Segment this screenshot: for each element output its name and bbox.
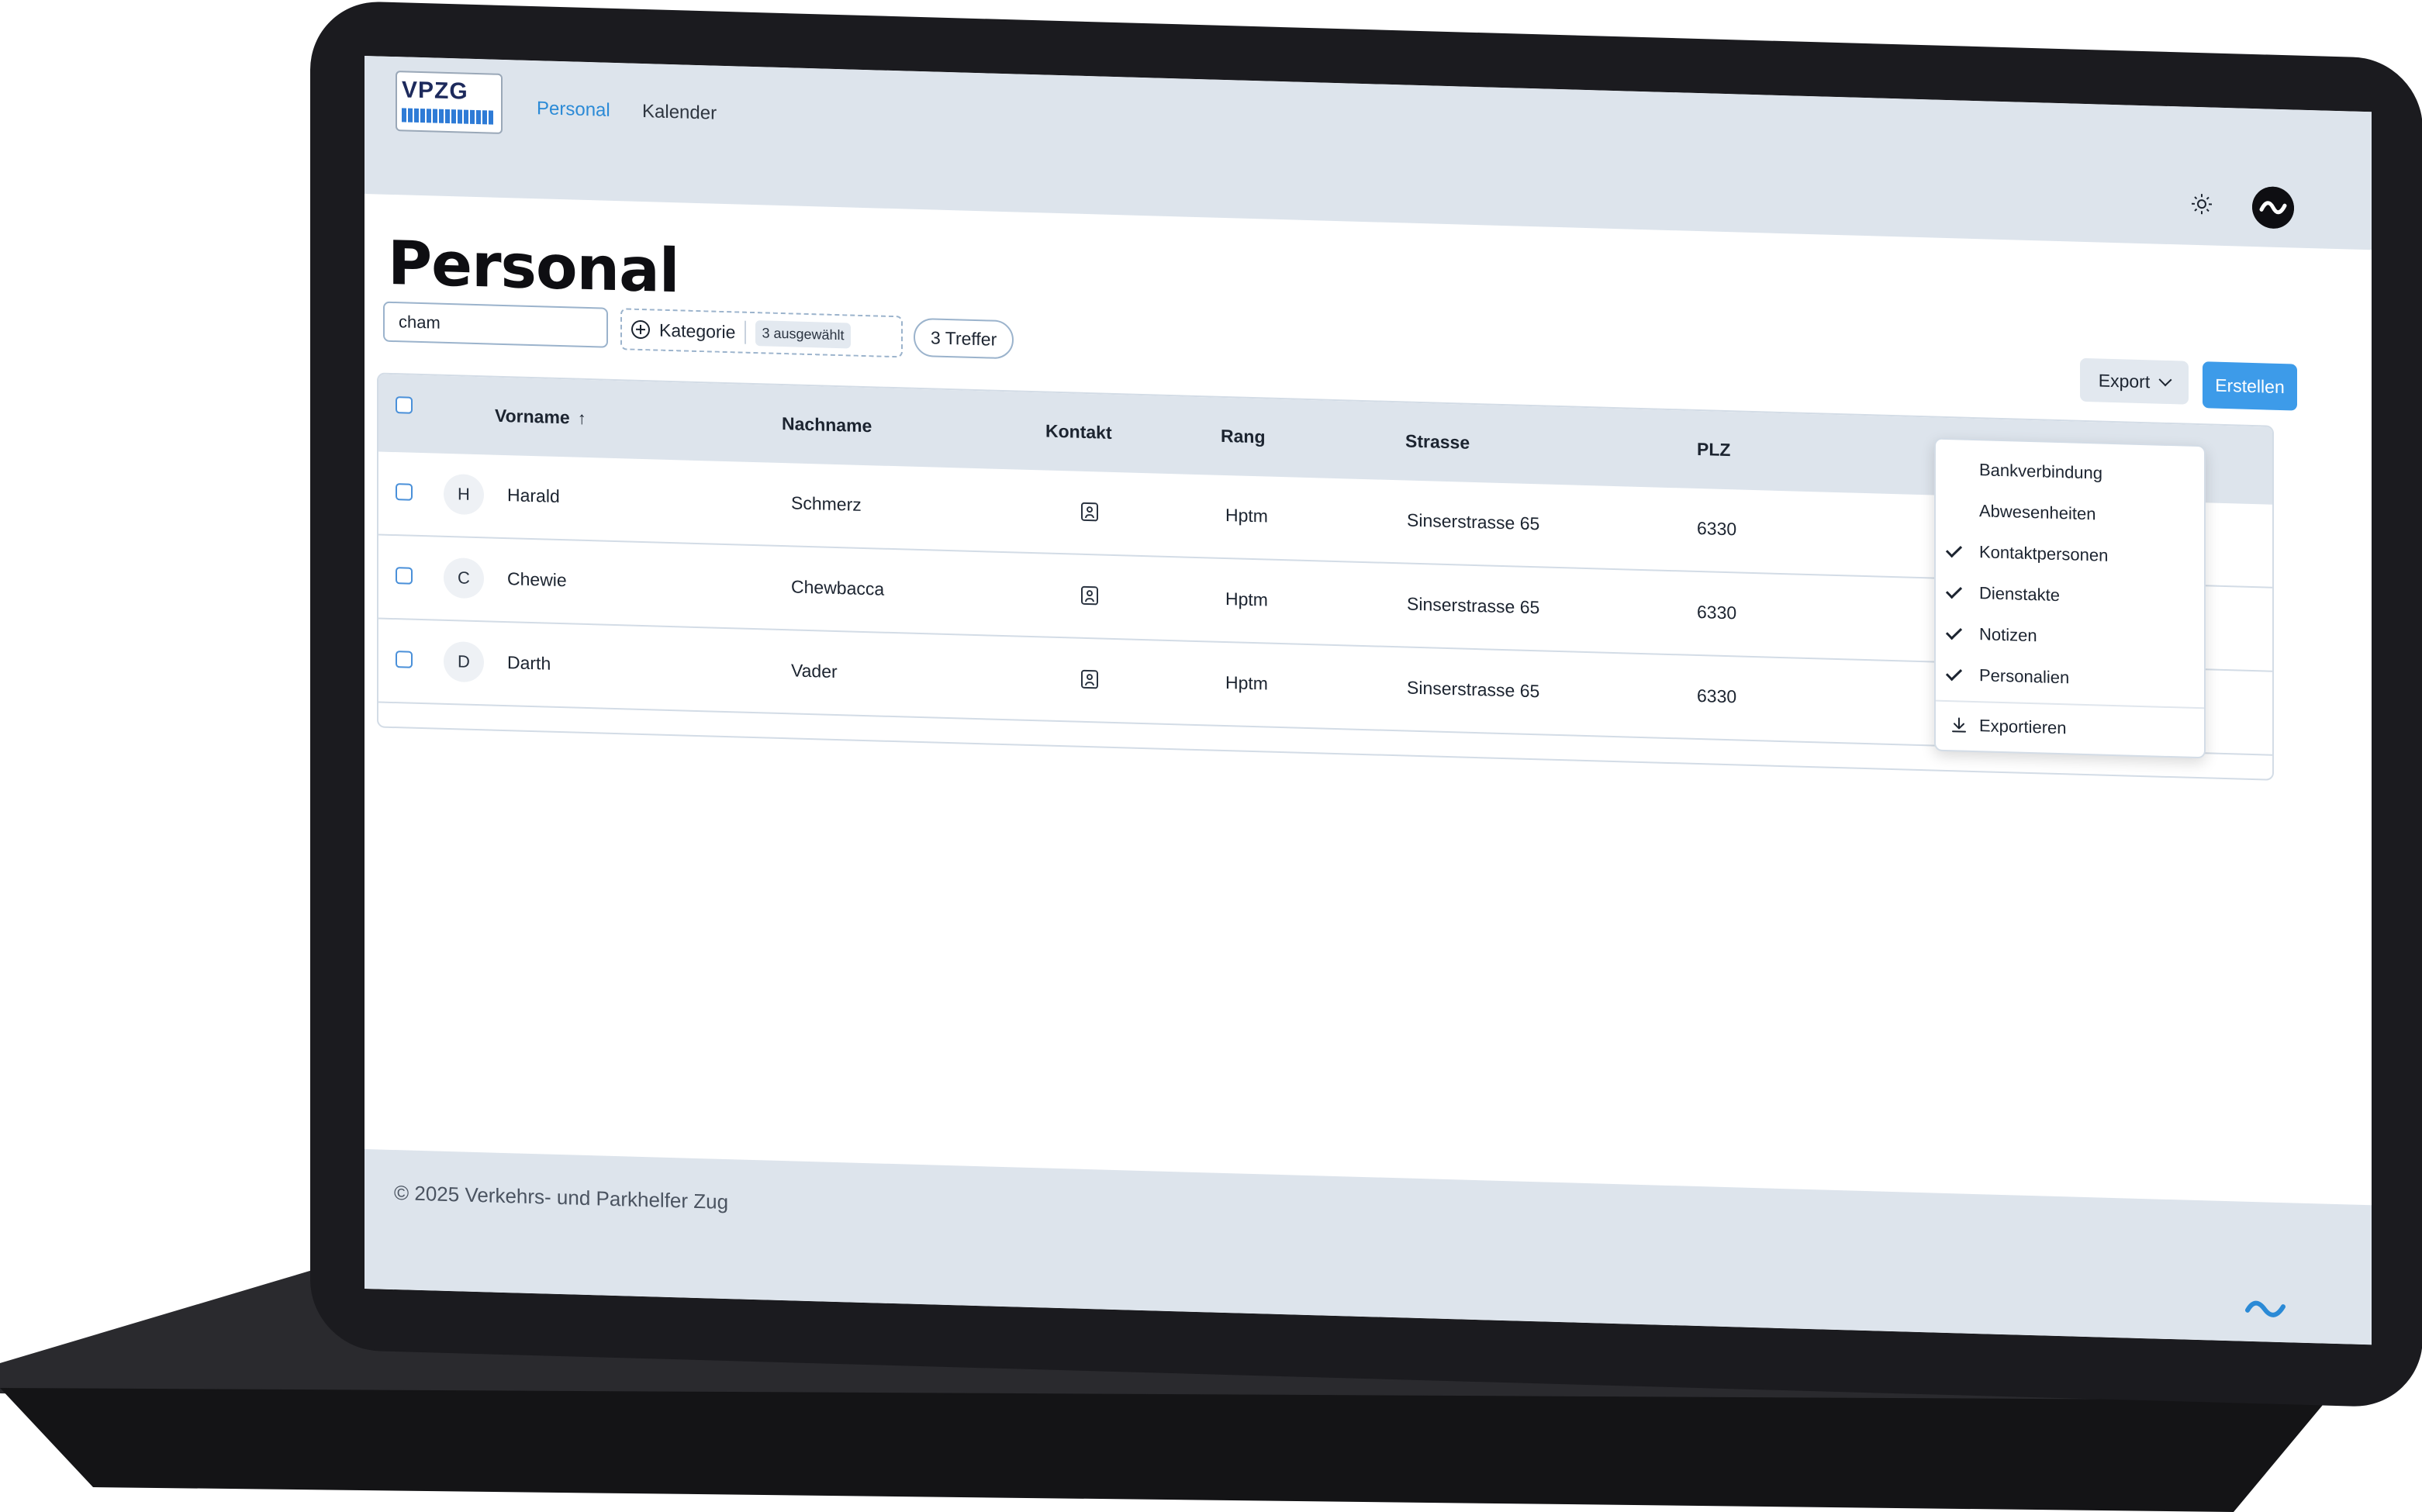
contact-card-icon[interactable] — [1081, 670, 1098, 689]
export-button[interactable]: Export — [2080, 358, 2189, 405]
logo-stripes — [402, 108, 495, 124]
cell-strasse: Sinserstrasse 65 — [1407, 510, 1539, 535]
contact-card-icon[interactable] — [1081, 502, 1098, 522]
column-header-vorname[interactable]: Vorname ↑ — [495, 406, 586, 429]
check-icon — [1946, 623, 1962, 640]
cell-rang: Hptm — [1225, 589, 1268, 611]
avatar: C — [444, 558, 484, 599]
export-action-label: Exportieren — [1979, 716, 2067, 738]
menu-item-label: Dienstakte — [1979, 583, 2060, 606]
export-button-label: Export — [2099, 370, 2150, 392]
laptop-base-edge — [0, 1388, 2327, 1512]
menu-item-abwesenheiten[interactable]: Abwesenheiten — [1936, 490, 2204, 538]
column-header-strasse[interactable]: Strasse — [1405, 430, 1470, 453]
cell-vorname: Harald — [507, 485, 560, 507]
export-action-item[interactable]: Exportieren — [1936, 705, 2204, 753]
menu-item-label: Notizen — [1979, 624, 2037, 646]
laptop-frame: VPZG Personal Kalender Personal — [0, 0, 2422, 1511]
menu-item-dienstakte[interactable]: Dienstakte — [1936, 572, 2204, 620]
cell-strasse: Sinserstrasse 65 — [1407, 678, 1539, 702]
cell-nachname: Vader — [791, 660, 838, 682]
check-icon — [1946, 582, 1962, 599]
sort-ascending-icon: ↑ — [578, 409, 586, 429]
category-filter-label: Kategorie — [659, 319, 735, 343]
cell-nachname: Chewbacca — [791, 576, 884, 599]
chevron-down-icon — [2159, 373, 2172, 386]
column-header-kontakt[interactable]: Kontakt — [1045, 421, 1112, 444]
menu-item-label: Personalien — [1979, 665, 2069, 688]
row-checkbox[interactable] — [396, 651, 413, 668]
vpzg-logo[interactable]: VPZG — [396, 71, 503, 134]
menu-item-notizen[interactable]: Notizen — [1936, 613, 2204, 661]
category-filter-button[interactable]: Kategorie 3 ausgewählt — [620, 308, 903, 357]
cell-rang: Hptm — [1225, 672, 1268, 695]
cell-plz: 6330 — [1697, 602, 1736, 623]
logo-text: VPZG — [402, 77, 468, 105]
cell-strasse: Sinserstrasse 65 — [1407, 594, 1539, 619]
cell-vorname: Darth — [507, 652, 551, 675]
menu-item-kontaktpersonen[interactable]: Kontaktpersonen — [1936, 531, 2204, 579]
menu-item-label: Kontaktpersonen — [1979, 542, 2108, 566]
column-header-plz[interactable]: PLZ — [1697, 439, 1730, 461]
avatar: H — [444, 474, 484, 515]
menu-item-personalien[interactable]: Personalien — [1936, 654, 2204, 702]
page-title: Personal — [388, 229, 679, 306]
footer-copyright: © 2025 Verkehrs- und Parkhelfer Zug — [394, 1181, 728, 1214]
row-checkbox[interactable] — [396, 567, 413, 585]
column-header-rang[interactable]: Rang — [1221, 426, 1266, 448]
sun-icon[interactable] — [2190, 192, 2213, 216]
export-dropdown-menu: Bankverbindung Abwesenheiten Kontaktpers… — [1934, 438, 2206, 759]
select-all-checkbox[interactable] — [396, 396, 413, 414]
results-count-badge: 3 Treffer — [914, 318, 1014, 360]
contact-card-icon[interactable] — [1081, 586, 1098, 606]
plus-circle-icon — [631, 320, 650, 340]
create-button[interactable]: Erstellen — [2203, 361, 2297, 410]
column-header-nachname[interactable]: Nachname — [782, 413, 872, 437]
menu-item-label: Abwesenheiten — [1979, 501, 2095, 524]
cell-nachname: Schmerz — [791, 492, 862, 516]
search-input[interactable] — [383, 302, 608, 348]
user-avatar[interactable] — [2252, 186, 2294, 230]
cell-plz: 6330 — [1697, 518, 1736, 540]
check-icon — [1946, 541, 1962, 558]
cell-rang: Hptm — [1225, 505, 1268, 527]
brand-wave-icon — [2244, 1293, 2286, 1326]
divider — [745, 321, 746, 344]
download-icon — [1950, 716, 1968, 735]
nav-personal[interactable]: Personal — [537, 98, 610, 122]
category-selected-badge: 3 ausgewählt — [755, 320, 850, 348]
app-screen: VPZG Personal Kalender Personal — [365, 56, 2372, 1345]
row-checkbox[interactable] — [396, 483, 413, 501]
menu-item-label: Bankverbindung — [1979, 460, 2102, 483]
column-header-label: Vorname — [495, 406, 570, 428]
menu-item-bankverbindung[interactable]: Bankverbindung — [1936, 449, 2204, 497]
check-icon — [1946, 665, 1962, 681]
cell-plz: 6330 — [1697, 685, 1736, 707]
avatar: D — [444, 641, 484, 682]
cell-vorname: Chewie — [507, 568, 567, 591]
nav-kalender[interactable]: Kalender — [642, 101, 717, 125]
